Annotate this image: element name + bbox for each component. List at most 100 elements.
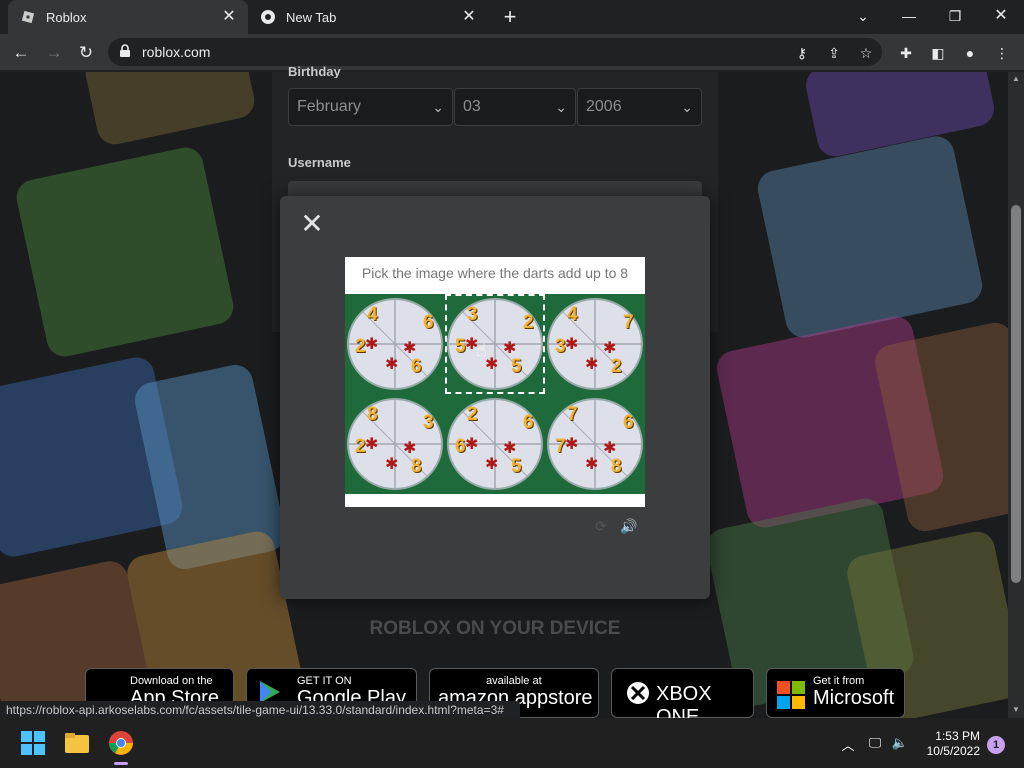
captcha-tile[interactable]: ✱ ✱ ✱ 4 6 2 6	[345, 294, 445, 394]
dart-icon: ✱	[503, 440, 517, 457]
dart-icon: ✱	[603, 440, 617, 457]
chrome-taskbar-icon[interactable]	[106, 728, 136, 758]
captcha-prompt: Pick the image where the darts add up to…	[361, 265, 629, 281]
dart-score-label: 2	[467, 404, 478, 425]
dart-score-label: 8	[367, 404, 378, 425]
close-tab-icon[interactable]: ✕	[220, 8, 238, 26]
badge-small-text: GET IT ON	[297, 675, 352, 687]
month-value: February	[297, 98, 362, 115]
close-modal-icon[interactable]: ✕	[298, 210, 326, 238]
microsoft-badge[interactable]: Get it from Microsoft	[766, 668, 905, 718]
scroll-down-icon[interactable]: ▼	[1010, 705, 1022, 717]
scroll-up-icon[interactable]: ▲	[1010, 74, 1022, 86]
dart-icon: ✱	[385, 356, 399, 373]
minimize-icon[interactable]: —	[897, 6, 921, 26]
dart-score-label: 6	[411, 356, 422, 377]
close-window-icon[interactable]: ✕	[989, 6, 1013, 26]
birthday-label: Birthday	[288, 64, 341, 78]
reload-challenge-icon[interactable]: ⟳	[592, 518, 610, 536]
badge-small-text: Download on the	[130, 675, 213, 687]
clock-date: 10/5/2022	[926, 744, 980, 758]
dart-score-label: 3	[555, 336, 566, 357]
xbox-one-badge[interactable]: XBOX ONE	[611, 668, 754, 728]
dart-icon: ✱	[365, 436, 379, 453]
roblox-favicon-icon	[20, 9, 36, 25]
dart-score-label: 7	[623, 312, 634, 333]
dart-icon: ✱	[585, 456, 599, 473]
active-app-indicator	[114, 762, 128, 765]
close-tab-icon[interactable]: ✕	[460, 8, 478, 26]
dart-icon: ✱	[465, 436, 479, 453]
dart-score-label: 2	[611, 356, 622, 377]
dart-score-label: 6	[523, 412, 534, 433]
badge-big-text: Microsoft	[813, 687, 895, 709]
dart-icon: ✱	[403, 440, 417, 457]
status-bar-url: https://roblox-api.arkoselabs.com/fc/ass…	[0, 701, 520, 719]
chrome-favicon-icon	[260, 9, 276, 25]
captcha-tile[interactable]: ✱ ✱ ✱ 4 7 3 2	[545, 294, 645, 394]
lock-icon[interactable]	[118, 44, 132, 58]
badge-small-text: Get it from	[813, 675, 865, 687]
scrollbar-thumb[interactable]	[1011, 205, 1021, 583]
dart-score-label: 5	[511, 456, 522, 477]
windows-start-icon[interactable]	[18, 728, 48, 758]
selected-tile-outline	[445, 294, 545, 394]
dart-score-label: 6	[455, 436, 466, 457]
dart-icon: ✱	[385, 456, 399, 473]
year-select[interactable]: 2006 ⌄	[577, 88, 702, 126]
key-icon[interactable]: ⚷	[792, 43, 812, 63]
captcha-tile[interactable]: ✱ ✱ ✱ 2 6 6 5	[445, 394, 545, 494]
dart-score-label: 7	[555, 436, 566, 457]
day-value: 03	[463, 98, 481, 115]
file-explorer-icon[interactable]	[62, 728, 92, 758]
extensions-icon[interactable]: ✚	[896, 43, 916, 63]
year-value: 2006	[586, 98, 622, 115]
chevron-down-icon: ⌄	[555, 99, 567, 115]
dart-icon: ✱	[485, 456, 499, 473]
dart-icon: ✱	[403, 340, 417, 357]
dart-score-label: 8	[611, 456, 622, 477]
menu-icon[interactable]: ⋮	[992, 43, 1012, 63]
restore-icon[interactable]: ❐	[943, 6, 967, 26]
username-label: Username	[288, 155, 351, 170]
forward-icon[interactable]: →	[44, 43, 64, 63]
back-icon[interactable]: ←	[11, 43, 31, 63]
taskbar-clock[interactable]: 1:53 PM 10/5/2022	[918, 729, 980, 759]
dart-score-label: 2	[355, 436, 366, 457]
chevron-up-icon[interactable]: ︿	[839, 735, 857, 753]
month-select[interactable]: February ⌄	[288, 88, 453, 126]
tab-search-chevron-icon[interactable]: ⌄	[851, 6, 875, 26]
address-bar[interactable]: roblox.com	[108, 38, 882, 66]
dart-score-label: 3	[423, 412, 434, 433]
tab-new-tab[interactable]: New Tab ✕	[250, 0, 488, 34]
tab-roblox[interactable]: Roblox ✕	[8, 0, 248, 34]
dart-score-label: 6	[423, 312, 434, 333]
reload-icon[interactable]: ↻	[76, 43, 96, 63]
profile-icon[interactable]: ●	[960, 43, 980, 63]
bookmark-star-icon[interactable]: ☆	[856, 43, 876, 63]
dart-score-label: 6	[623, 412, 634, 433]
captcha-tile[interactable]: ✱ ✱ ✱ 7 6 7 8	[545, 394, 645, 494]
dart-icon: ✱	[565, 436, 579, 453]
network-icon[interactable]: 🖵	[866, 735, 884, 753]
side-panel-icon[interactable]: ◧	[928, 43, 948, 63]
new-tab-icon[interactable]: +	[500, 6, 520, 28]
hand-cursor-icon: ☝	[476, 340, 487, 360]
volume-icon[interactable]: 🔈	[891, 735, 909, 753]
clock-time: 1:53 PM	[935, 729, 980, 743]
captcha-tile[interactable]: ✱ ✱ ✱ 8 3 2 8	[345, 394, 445, 494]
share-icon[interactable]: ⇪	[824, 43, 844, 63]
day-select[interactable]: 03 ⌄	[454, 88, 576, 126]
audio-challenge-icon[interactable]: 🔊	[620, 518, 638, 536]
dart-score-label: 4	[567, 304, 578, 325]
notification-badge[interactable]: 1	[987, 736, 1005, 754]
chevron-down-icon: ⌄	[681, 99, 693, 115]
dart-score-label: 7	[567, 404, 578, 425]
xbox-icon	[626, 681, 650, 705]
dart-icon: ✱	[603, 340, 617, 357]
url-text: roblox.com	[142, 44, 211, 60]
chevron-down-icon: ⌄	[432, 99, 444, 115]
microsoft-logo-icon	[777, 681, 805, 709]
devices-heading: ROBLOX ON YOUR DEVICE	[369, 618, 621, 639]
dart-icon: ✱	[565, 336, 579, 353]
